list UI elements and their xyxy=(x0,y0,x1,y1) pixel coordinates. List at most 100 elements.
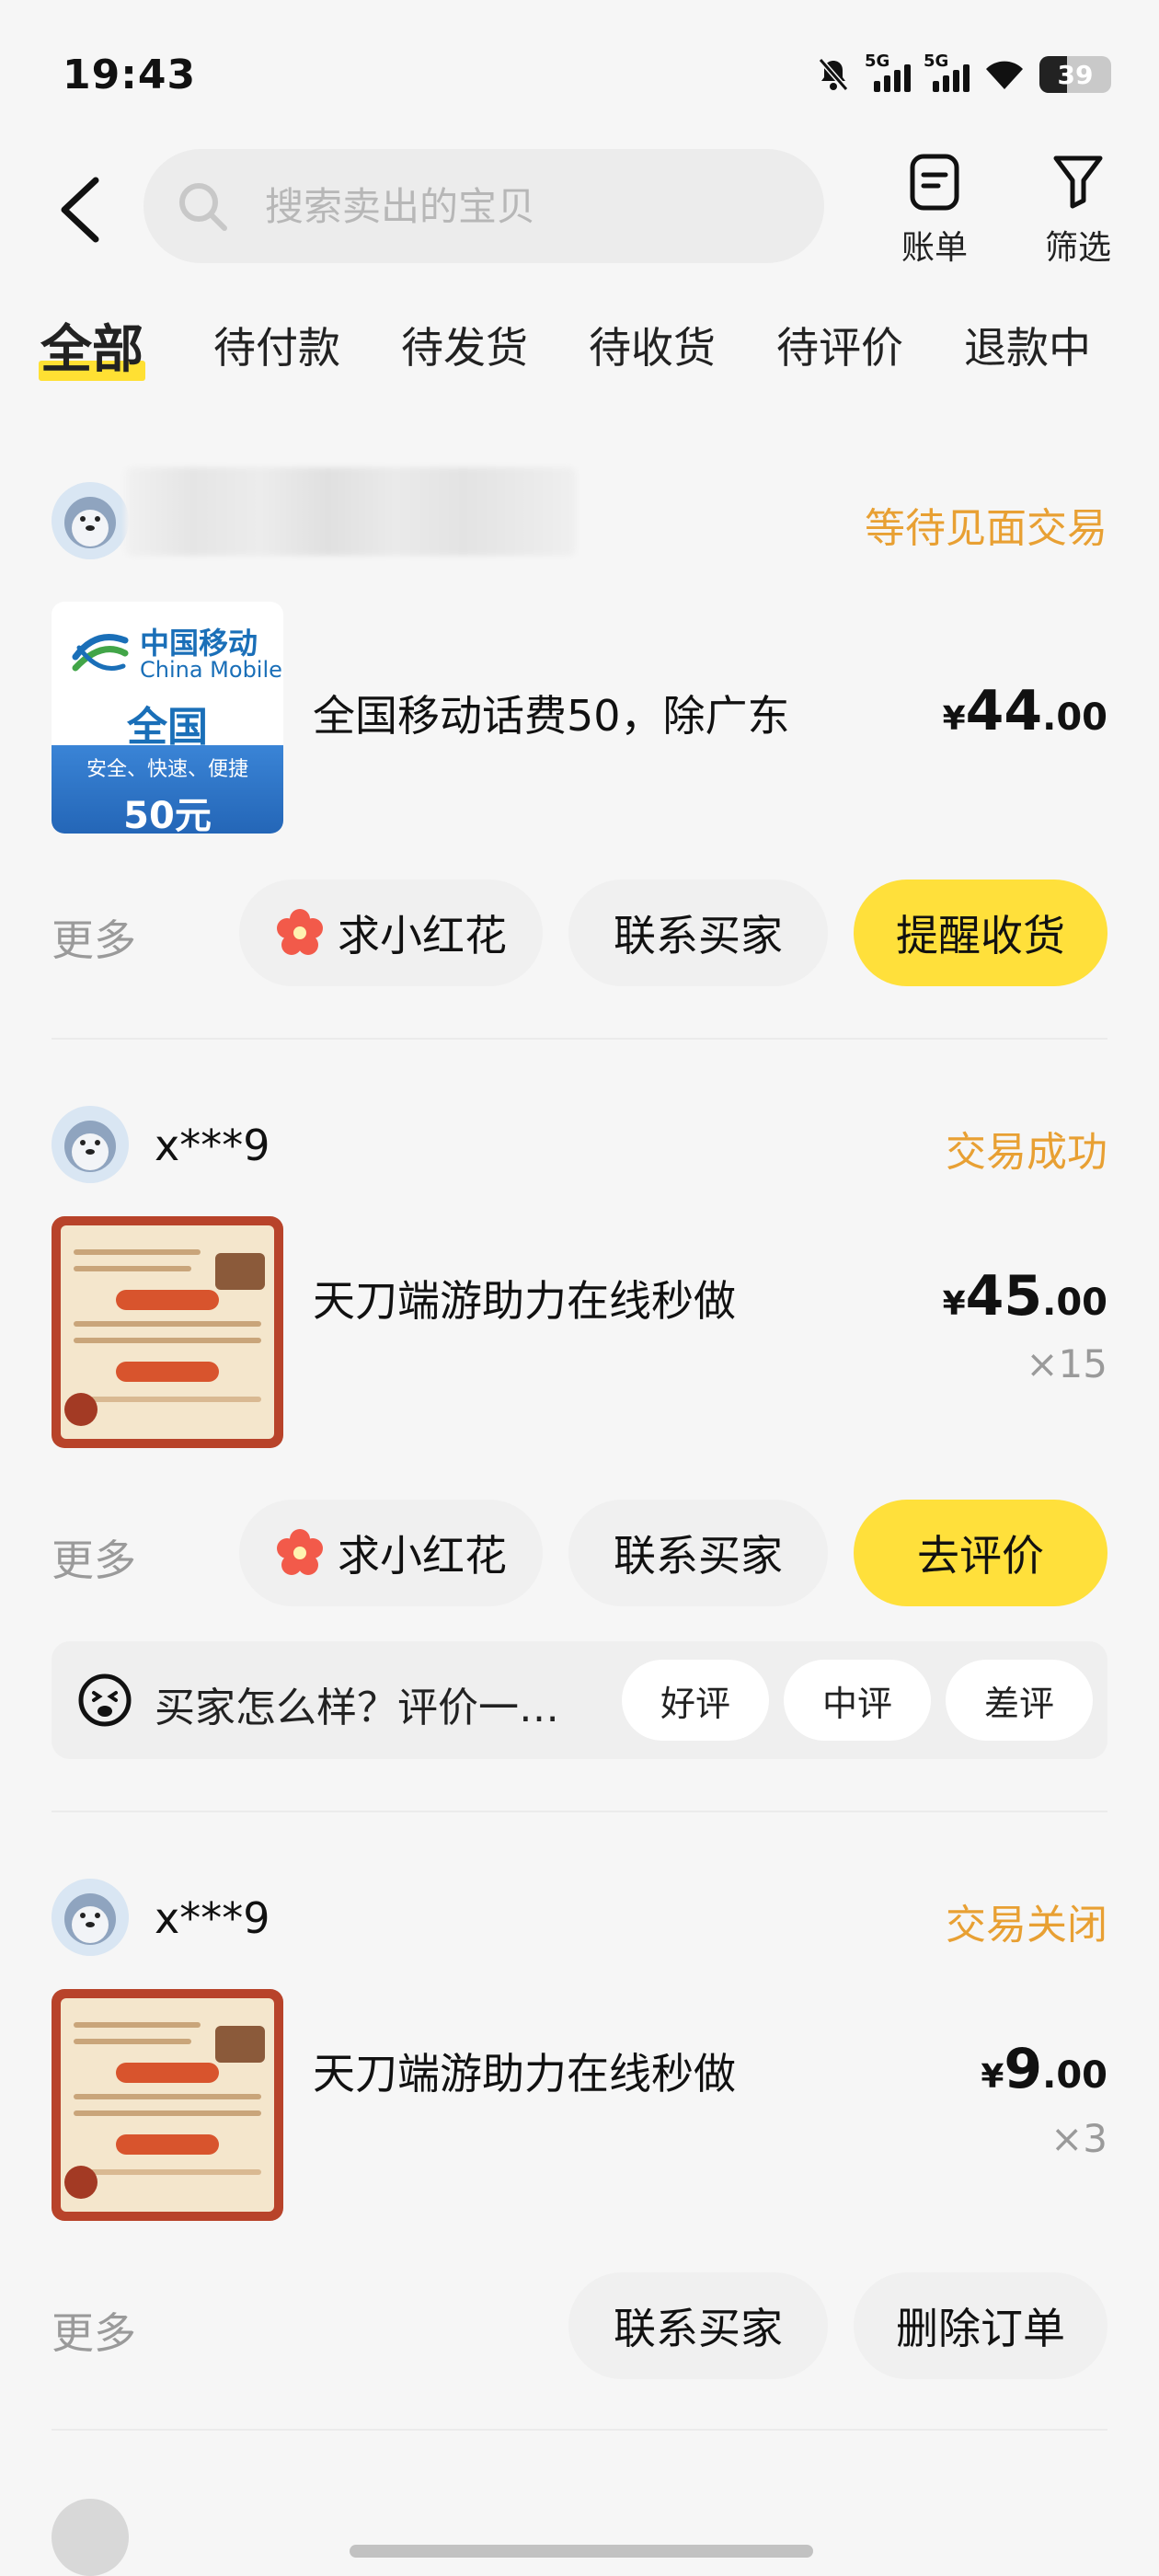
signal-2-label: 5G xyxy=(924,52,949,71)
order-card[interactable]: x***9 交易成功 天刀端游助力在线秒做 ¥45.00 ×15 更多 求小红花… xyxy=(52,1102,1107,1774)
signal-1-label: 5G xyxy=(865,52,890,71)
buyer-row: x***9 交易成功 xyxy=(52,1102,1107,1185)
avatar[interactable] xyxy=(52,482,129,559)
order-card[interactable]: 等待见面交易 中国移动 China Mobile 全国 安全、快速、便捷 50元… xyxy=(52,467,1107,994)
avatar[interactable] xyxy=(52,1879,129,1956)
quantity: ×3 xyxy=(1050,2116,1107,2161)
buyer-name: x***9 xyxy=(155,1893,270,1943)
product-title[interactable]: 天刀端游助力在线秒做 xyxy=(313,2041,736,2101)
tab-pending-review[interactable]: 待评价 xyxy=(776,315,903,375)
tab-all[interactable]: 全部 xyxy=(39,308,145,383)
order-status: 交易关闭 xyxy=(946,1902,1107,1949)
request-flower-button[interactable]: 求小红花 xyxy=(239,880,543,986)
search-icon xyxy=(179,183,227,231)
battery-level: 39 xyxy=(1057,59,1094,90)
thumb-amount: 50元 xyxy=(123,795,212,834)
filter-button[interactable]: 筛选 xyxy=(1032,153,1124,269)
buyer-row: 等待见面交易 xyxy=(52,467,1107,561)
good-review-button[interactable]: 好评 xyxy=(622,1660,769,1741)
price-decimal: .00 xyxy=(1042,696,1107,739)
mute-bell-icon xyxy=(818,58,849,91)
order-tabs: 全部 待付款 待发货 待收货 待评价 退款中 xyxy=(0,294,1159,396)
home-indicator[interactable] xyxy=(350,2545,813,2558)
divider xyxy=(52,1811,1107,1812)
buyer-name-blurred xyxy=(125,467,576,556)
status-icons: 5G 5G 39 xyxy=(815,52,1111,98)
tab-refunding[interactable]: 退款中 xyxy=(964,315,1091,375)
price: ¥44.00 xyxy=(943,679,1107,743)
write-review-button[interactable]: 去评价 xyxy=(854,1500,1107,1606)
avatar-seal-icon xyxy=(52,1879,129,1956)
order-status: 等待见面交易 xyxy=(865,505,1107,552)
price-decimal: .00 xyxy=(1042,1282,1107,1324)
wifi-icon xyxy=(986,61,1023,89)
product-thumbnail[interactable] xyxy=(52,1216,283,1448)
product-title[interactable]: 天刀端游助力在线秒做 xyxy=(313,1268,736,1328)
divider xyxy=(52,1038,1107,1040)
request-flower-button[interactable]: 求小红花 xyxy=(239,1500,543,1606)
bad-review-button[interactable]: 差评 xyxy=(946,1660,1093,1741)
price-integer: 9 xyxy=(1004,2037,1043,2101)
battery-icon: 39 xyxy=(1039,56,1111,93)
price-currency: ¥ xyxy=(981,2058,1004,2096)
filter-label: 筛选 xyxy=(1044,229,1111,267)
game-banner-image xyxy=(61,1998,274,2212)
request-flower-label: 求小红花 xyxy=(338,1531,507,1581)
search-input[interactable] xyxy=(265,183,780,229)
brand-en: China Mobile xyxy=(140,657,282,683)
avatar-seal-icon xyxy=(52,482,129,559)
status-time: 19:43 xyxy=(63,52,197,98)
search-bar[interactable] xyxy=(143,149,824,263)
filter-icon xyxy=(1053,155,1103,209)
divider xyxy=(52,2429,1107,2431)
signal-1-icon: 5G xyxy=(865,52,911,92)
status-bar: 19:43 5G 5G 39 xyxy=(0,0,1159,138)
tab-pending-payment[interactable]: 待付款 xyxy=(213,315,340,375)
buyer-name: x***9 xyxy=(155,1121,270,1170)
request-flower-label: 求小红花 xyxy=(338,911,507,960)
bill-button[interactable]: 账单 xyxy=(889,153,981,269)
product-thumbnail[interactable]: 中国移动 China Mobile 全国 安全、快速、便捷 50元 xyxy=(52,602,283,834)
region-label: 全国 xyxy=(127,704,208,751)
order-actions: 更多 求小红花 联系买家 去评价 xyxy=(52,1500,1107,1606)
price-decimal: .00 xyxy=(1042,2054,1107,2097)
more-link[interactable]: 更多 xyxy=(52,2300,136,2361)
price: ¥45.00 xyxy=(943,1264,1107,1328)
avatar-seal-icon xyxy=(52,1106,129,1183)
avatar-partial[interactable] xyxy=(52,2499,129,2576)
delete-order-button[interactable]: 删除订单 xyxy=(854,2272,1107,2379)
contact-buyer-button[interactable]: 联系买家 xyxy=(568,2272,828,2379)
back-arrow-icon[interactable] xyxy=(53,173,109,247)
contact-buyer-button[interactable]: 联系买家 xyxy=(568,880,828,986)
price-currency: ¥ xyxy=(942,1285,966,1323)
flower-icon xyxy=(277,1529,323,1575)
bill-icon xyxy=(910,154,959,211)
signal-2-icon: 5G xyxy=(924,52,970,92)
avatar[interactable] xyxy=(52,1106,129,1183)
contact-buyer-button[interactable]: 联系买家 xyxy=(568,1500,828,1606)
order-status: 交易成功 xyxy=(946,1129,1107,1176)
order-actions: 更多 求小红花 联系买家 提醒收货 xyxy=(52,880,1107,986)
price-currency: ¥ xyxy=(942,700,966,738)
thumb-slogan: 安全、快速、便捷 xyxy=(86,758,248,781)
neutral-review-button[interactable]: 中评 xyxy=(784,1660,931,1741)
china-mobile-logo xyxy=(72,634,129,672)
product-thumbnail[interactable] xyxy=(52,1989,283,2221)
price: ¥9.00 xyxy=(981,2037,1107,2101)
bill-label: 账单 xyxy=(901,229,968,267)
tab-pending-receipt[interactable]: 待收货 xyxy=(589,315,716,375)
remind-receipt-button[interactable]: 提醒收货 xyxy=(854,880,1107,986)
review-prompt: 买家怎么样？评价一… xyxy=(155,1685,559,1731)
smile-face-icon xyxy=(78,1673,132,1727)
order-card[interactable]: x***9 交易关闭 天刀端游助力在线秒做 ¥9.00 ×3 更多 联系买家 删… xyxy=(52,1875,1107,2390)
buyer-row: x***9 交易关闭 xyxy=(52,1875,1107,1958)
more-link[interactable]: 更多 xyxy=(52,1527,136,1588)
quick-review-box: 买家怎么样？评价一… 好评 中评 差评 xyxy=(52,1641,1107,1759)
price-integer: 44 xyxy=(965,679,1043,743)
product-title[interactable]: 全国移动话费50，除广东 xyxy=(313,683,790,743)
tab-pending-shipment[interactable]: 待发货 xyxy=(401,315,528,375)
price-integer: 45 xyxy=(965,1264,1043,1328)
more-link[interactable]: 更多 xyxy=(52,907,136,968)
game-banner-image xyxy=(61,1225,274,1439)
flower-icon xyxy=(277,909,323,955)
